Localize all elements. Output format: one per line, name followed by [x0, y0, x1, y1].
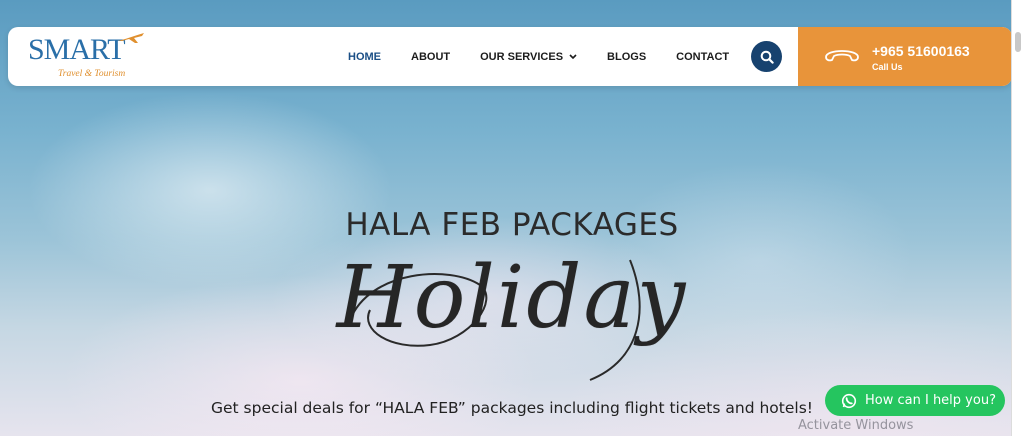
nav-blogs[interactable]: BLOGS [607, 51, 646, 63]
nav-our-services[interactable]: OUR SERVICES [480, 51, 577, 63]
nav-our-services-label: OUR SERVICES [480, 50, 564, 63]
nav-blogs-label: BLOGS [607, 50, 647, 63]
scrollbar-thumb[interactable] [1015, 32, 1021, 52]
plane-icon [118, 33, 144, 43]
main-nav: HOME ABOUT OUR SERVICES BLOGS CONTACT [348, 27, 759, 86]
nav-home[interactable]: HOME [348, 51, 381, 63]
site-header: SMART Travel & Tourism HOME ABOUT OUR SE… [8, 27, 1012, 86]
call-us-block[interactable]: +965 51600163 Call Us [798, 27, 1012, 86]
nav-about[interactable]: ABOUT [411, 51, 450, 63]
search-button[interactable] [751, 41, 782, 72]
site-logo[interactable]: SMART Travel & Tourism [28, 31, 148, 83]
whatsapp-label: How can I help you? [865, 393, 996, 408]
phone-icon [825, 50, 859, 62]
hero-title: HALA FEB PACKAGES [345, 207, 679, 243]
nav-contact-label: CONTACT [676, 50, 730, 63]
scrollbar[interactable] [1011, 0, 1024, 436]
nav-about-label: ABOUT [411, 50, 451, 63]
nav-home-label: HOME [348, 50, 381, 63]
activate-windows-watermark: Activate Windows [798, 418, 914, 433]
search-icon [760, 50, 774, 64]
logo-text: SMART [28, 33, 126, 66]
whatsapp-icon [841, 393, 857, 409]
whatsapp-chat-button[interactable]: How can I help you? [825, 385, 1005, 416]
call-us-label: Call Us [872, 62, 903, 72]
phone-number: +965 51600163 [872, 43, 970, 59]
chevron-down-icon [569, 53, 577, 59]
nav-contact[interactable]: CONTACT [676, 51, 729, 63]
logo-subtext: Travel & Tourism [58, 69, 126, 79]
hero-script-word: Holiday [336, 248, 688, 348]
